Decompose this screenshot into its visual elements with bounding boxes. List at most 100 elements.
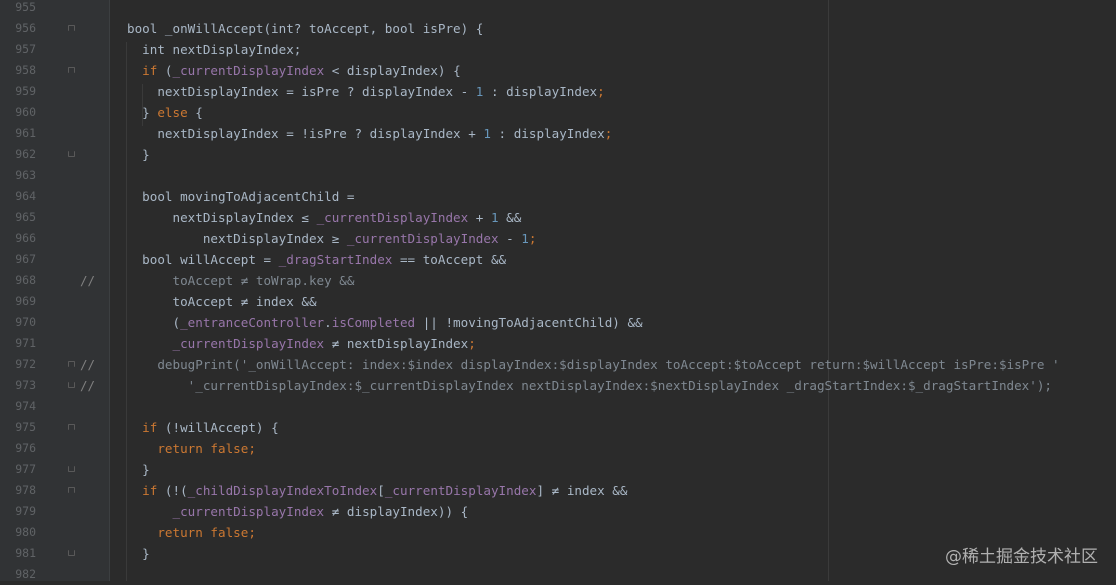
- code-text: bool _onWillAccept(int? toAccept, bool i…: [127, 18, 483, 39]
- code-line[interactable]: 973 // '_currentDisplayIndex:$_currentDis…: [0, 375, 1116, 396]
- fold-open-icon[interactable]: [68, 424, 75, 430]
- code-token: return false;: [127, 525, 256, 540]
- code-text: }: [127, 459, 150, 480]
- code-token: -: [498, 231, 522, 246]
- fold-end-icon[interactable]: [68, 550, 75, 556]
- line-number: 961: [15, 126, 36, 140]
- line-number: 958: [15, 63, 36, 77]
- code-line[interactable]: 957 int nextDisplayIndex;: [0, 39, 1116, 60]
- fold-end-icon[interactable]: [68, 382, 75, 388]
- code-line[interactable]: 961 nextDisplayIndex = !isPre ? displayI…: [0, 123, 1116, 144]
- line-number: 981: [15, 546, 36, 560]
- code-line[interactable]: 958 if (_currentDisplayIndex < displayIn…: [0, 60, 1116, 81]
- code-text: nextDisplayIndex ≥ _currentDisplayIndex …: [127, 228, 537, 249]
- code-token: }: [127, 462, 150, 477]
- line-number: 977: [15, 462, 36, 476]
- code-line[interactable]: 980 return false;: [0, 522, 1116, 543]
- code-token: toAccept ≠ toWrap.key &&: [127, 273, 355, 288]
- code-line[interactable]: 968 // toAccept ≠ toWrap.key &&: [0, 270, 1116, 291]
- code-line[interactable]: 977 }: [0, 459, 1116, 480]
- code-token: if: [127, 483, 165, 498]
- line-number: 956: [15, 21, 36, 35]
- code-token: +: [468, 210, 491, 225]
- code-line[interactable]: 976 return false;: [0, 438, 1116, 459]
- code-token: 1: [490, 210, 499, 225]
- code-token: _currentDisplayIndex: [172, 504, 325, 519]
- line-number: 963: [15, 168, 36, 182]
- code-line[interactable]: 979 _currentDisplayIndex ≠ displayIndex)…: [0, 501, 1116, 522]
- code-text: '_currentDisplayIndex:$_currentDisplayIn…: [127, 375, 1052, 396]
- code-token: (: [127, 315, 181, 330]
- line-number: 972: [15, 357, 36, 371]
- line-number: 967: [15, 252, 36, 266]
- code-line[interactable]: 966 nextDisplayIndex ≥ _currentDisplayIn…: [0, 228, 1116, 249]
- line-number: 964: [15, 189, 36, 203]
- code-line[interactable]: 967 bool willAccept = _dragStartIndex ==…: [0, 249, 1116, 270]
- line-number: 974: [15, 399, 36, 413]
- code-token: toAccept ≠ index &&: [127, 294, 317, 309]
- code-line[interactable]: 975 if (!willAccept) {: [0, 417, 1116, 438]
- code-token: {: [187, 105, 203, 120]
- fold-open-icon[interactable]: [68, 67, 75, 73]
- code-editor[interactable]: 955 956 bool _onWillAccept(int? toAccept, …: [0, 0, 1116, 581]
- code-line[interactable]: 974: [0, 396, 1116, 417]
- code-text: _currentDisplayIndex ≠ displayIndex)) {: [127, 501, 469, 522]
- watermark-text: @稀土掘金技术社区: [945, 547, 1098, 567]
- code-token: ] ≠ index &&: [536, 483, 628, 498]
- code-line[interactable]: 972 // debugPrint('_onWillAccept: index:$…: [0, 354, 1116, 375]
- code-token: ;: [597, 84, 605, 99]
- line-number: 969: [15, 294, 36, 308]
- fold-open-icon[interactable]: [68, 25, 75, 31]
- code-line[interactable]: 959 nextDisplayIndex = isPre ? displayIn…: [0, 81, 1116, 102]
- line-number: 955: [15, 0, 36, 14]
- code-line[interactable]: 964 bool movingToAdjacentChild =: [0, 186, 1116, 207]
- code-text: nextDisplayIndex = isPre ? displayIndex …: [127, 81, 605, 102]
- fold-open-icon[interactable]: [68, 487, 75, 493]
- code-text: toAccept ≠ toWrap.key &&: [127, 270, 354, 291]
- line-number: 966: [15, 231, 36, 245]
- code-token: (: [164, 63, 173, 78]
- fold-end-icon[interactable]: [68, 151, 75, 157]
- code-text: (_entranceController.isCompleted || !mov…: [127, 312, 643, 333]
- code-token: (!(: [164, 483, 188, 498]
- code-token: : displayIndex: [490, 126, 605, 141]
- fold-open-icon[interactable]: [68, 361, 75, 367]
- code-line[interactable]: 963: [0, 165, 1116, 186]
- code-token: ;: [604, 126, 613, 141]
- code-line[interactable]: 982: [0, 564, 1116, 585]
- code-text: toAccept ≠ index &&: [127, 291, 317, 312]
- fold-end-icon[interactable]: [68, 466, 75, 472]
- code-text: if (!(_childDisplayIndexToIndex[_current…: [127, 480, 627, 501]
- line-number: 978: [15, 483, 36, 497]
- code-token: if: [127, 420, 165, 435]
- comment-marker: //: [80, 378, 96, 393]
- code-token: nextDisplayIndex = !isPre ? displayIndex…: [127, 126, 484, 141]
- code-token: _childDisplayIndexToIndex: [187, 483, 378, 498]
- code-token: _currentDisplayIndex: [316, 210, 469, 225]
- code-line[interactable]: 955: [0, 0, 1116, 18]
- code-token: _currentDisplayIndex: [384, 483, 537, 498]
- code-token: _currentDisplayIndex: [172, 63, 325, 78]
- line-number: 959: [15, 84, 36, 98]
- code-token: }: [127, 105, 158, 120]
- code-line[interactable]: 971 _currentDisplayIndex ≠ nextDisplayIn…: [0, 333, 1116, 354]
- line-number: 980: [15, 525, 36, 539]
- code-line[interactable]: 965 nextDisplayIndex ≤ _currentDisplayIn…: [0, 207, 1116, 228]
- code-token: }: [127, 147, 150, 162]
- code-text: bool movingToAdjacentChild =: [127, 186, 354, 207]
- code-line[interactable]: 978 if (!(_childDisplayIndexToIndex[_cur…: [0, 480, 1116, 501]
- code-token: [: [377, 483, 385, 498]
- code-token: || !movingToAdjacentChild) &&: [415, 315, 643, 330]
- code-token: isCompleted: [331, 315, 416, 330]
- comment-marker: //: [80, 357, 96, 372]
- code-line[interactable]: 969 toAccept ≠ index &&: [0, 291, 1116, 312]
- code-text: } else {: [127, 102, 203, 123]
- code-text: debugPrint('_onWillAccept: index:$index …: [127, 354, 1059, 375]
- code-line[interactable]: 962 }: [0, 144, 1116, 165]
- code-line[interactable]: 960 } else {: [0, 102, 1116, 123]
- code-text: int nextDisplayIndex;: [127, 39, 301, 60]
- code-token: int nextDisplayIndex;: [127, 42, 302, 57]
- code-line[interactable]: 970 (_entranceController.isCompleted || …: [0, 312, 1116, 333]
- code-line[interactable]: 956 bool _onWillAccept(int? toAccept, boo…: [0, 18, 1116, 39]
